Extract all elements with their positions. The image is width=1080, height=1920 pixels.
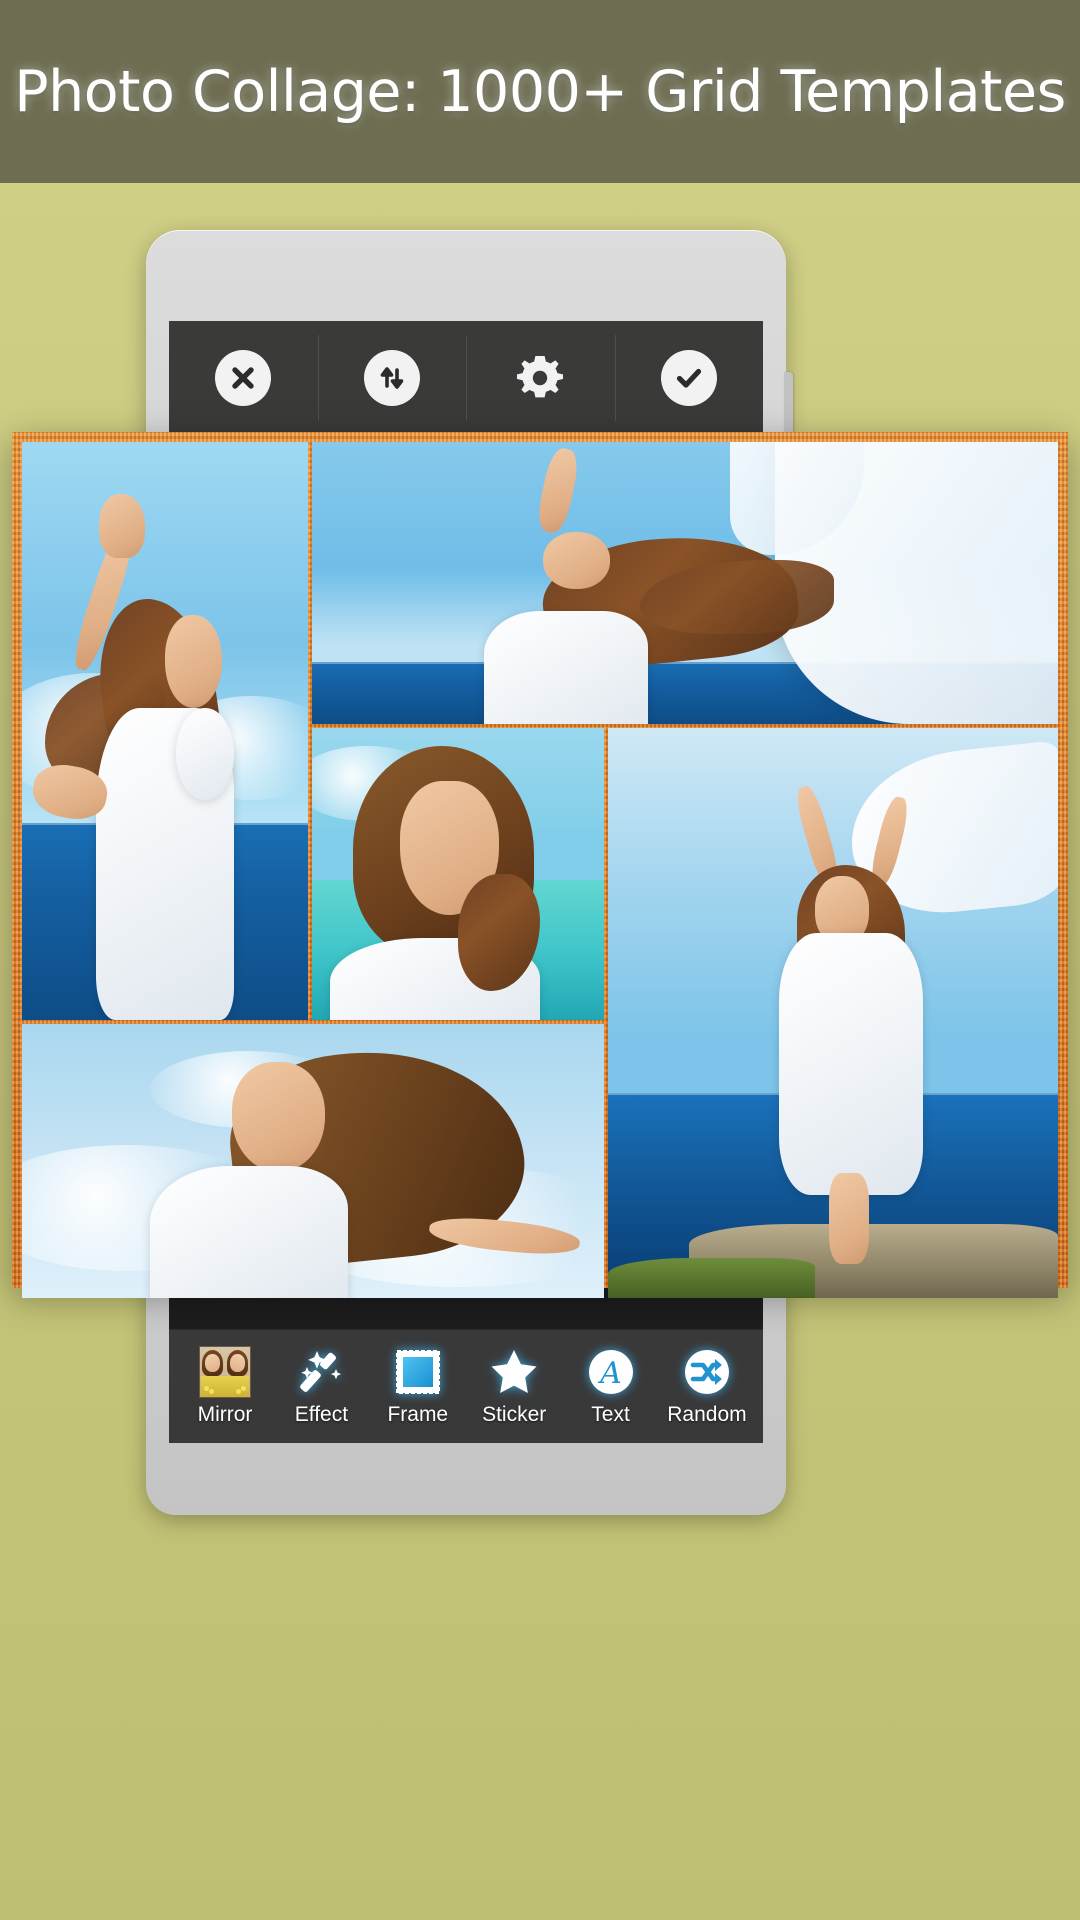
collage-canvas[interactable] (12, 432, 1068, 1298)
photo-dress (483, 611, 648, 724)
effect-label: Effect (294, 1403, 349, 1426)
photo-legs (828, 1172, 869, 1264)
mirror-button[interactable]: Mirror (181, 1346, 269, 1427)
mirror-thumbnail-icon (199, 1346, 251, 1398)
random-button[interactable]: Random (663, 1346, 751, 1427)
collage-cell-3[interactable] (312, 728, 604, 1020)
swap-vertical-icon (363, 350, 420, 406)
close-button[interactable]: Close (169, 321, 318, 435)
swap-button[interactable]: Swap (317, 321, 467, 435)
frame-label: Frame (387, 1403, 449, 1426)
magic-wand-icon (295, 1346, 347, 1398)
bottom-toolbar: Mirror Effect Frame Sticker A Text Rando… (169, 1329, 763, 1443)
star-icon (488, 1346, 540, 1398)
close-icon (215, 350, 272, 406)
sticker-label: Sticker (482, 1403, 547, 1426)
power-button (784, 372, 793, 434)
random-label: Random (667, 1403, 747, 1426)
photo-grass (608, 1258, 815, 1298)
page-title: Photo Collage: 1000+ Grid Templates (14, 58, 1066, 125)
text-label: Text (591, 1403, 630, 1426)
frame-button[interactable]: Frame (374, 1346, 462, 1427)
phone-chin (169, 1443, 763, 1515)
effect-button[interactable]: Effect (277, 1346, 365, 1427)
settings-button[interactable]: Settings (466, 321, 615, 435)
photo-dress (150, 1166, 348, 1298)
collage-cell-5[interactable] (22, 1024, 604, 1298)
header-banner: Photo Collage: 1000+ Grid Templates (0, 0, 1080, 183)
top-toolbar: Close Swap Settings Done (169, 321, 763, 435)
gear-icon (511, 349, 569, 407)
photo-sleeve (176, 707, 234, 801)
collage-cell-1[interactable] (22, 442, 308, 1020)
svg-text:A: A (597, 1356, 622, 1391)
check-icon (660, 350, 717, 406)
text-button[interactable]: A Text (567, 1346, 655, 1427)
mirror-label: Mirror (197, 1403, 253, 1426)
text-a-icon: A (585, 1346, 637, 1398)
photo-face (543, 532, 611, 589)
collage-cell-4[interactable] (608, 728, 1058, 1298)
collage-cell-2[interactable] (312, 442, 1058, 724)
photo-dress (779, 933, 923, 1196)
frame-stamp-icon (392, 1346, 444, 1398)
collage-grid (22, 442, 1058, 1298)
sticker-button[interactable]: Sticker (470, 1346, 558, 1427)
photo-face (165, 615, 223, 708)
shuffle-icon (681, 1346, 733, 1398)
photo-face (231, 1062, 325, 1172)
photo-hand (99, 494, 145, 558)
confirm-button[interactable]: Done (614, 321, 764, 435)
